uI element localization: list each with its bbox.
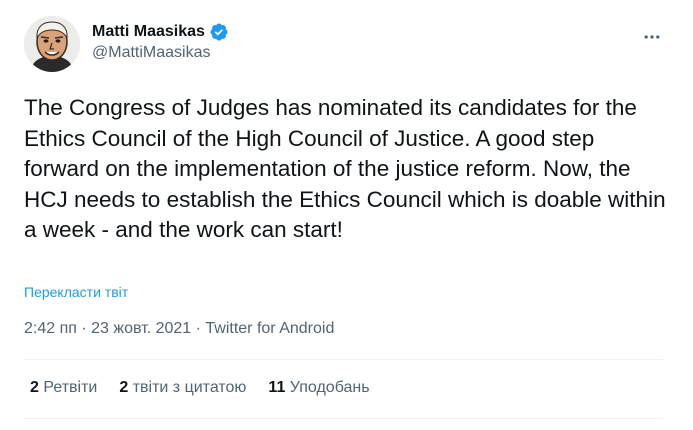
quote-tweets-stat[interactable]: 2 твіти з цитатою xyxy=(119,379,246,397)
quotes-count: 2 xyxy=(119,379,129,396)
divider xyxy=(24,418,663,419)
meta-separator: · xyxy=(191,320,206,337)
tweet-source[interactable]: Twitter for Android xyxy=(205,320,334,338)
translate-tweet-link[interactable]: Перекласти твіт xyxy=(24,284,128,300)
tweet-meta: 2:42 пп · 23 жовт. 2021 · Twitter for An… xyxy=(24,320,334,338)
tweet-time[interactable]: 2:42 пп xyxy=(24,320,77,338)
meta-separator: · xyxy=(76,320,92,337)
tweet-date[interactable]: 23 жовт. 2021 xyxy=(91,320,191,338)
tweet-card: Matti Maasikas @MattiMaasikas The Congre… xyxy=(0,0,693,430)
user-info: Matti Maasikas @MattiMaasikas xyxy=(92,21,542,62)
tweet-header: Matti Maasikas @MattiMaasikas xyxy=(24,16,669,76)
retweets-stat[interactable]: 2 Ретвіти xyxy=(30,379,97,397)
quotes-label: твіти з цитатою xyxy=(132,379,247,396)
retweets-label: Ретвіти xyxy=(43,379,98,396)
engagement-stats: 2 Ретвіти 2 твіти з цитатою 11 Уподобань xyxy=(30,379,392,397)
likes-count: 11 xyxy=(268,379,286,396)
avatar-image xyxy=(24,16,80,72)
likes-stat[interactable]: 11 Уподобань xyxy=(268,379,369,397)
tweet-text: The Congress of Judges has nominated its… xyxy=(24,95,666,242)
more-horizontal-icon xyxy=(644,35,660,39)
divider xyxy=(24,359,663,360)
name-row: Matti Maasikas xyxy=(92,21,542,43)
verified-badge-icon xyxy=(209,22,229,42)
avatar[interactable] xyxy=(24,16,80,72)
user-handle[interactable]: @MattiMaasikas xyxy=(92,44,542,62)
retweets-count: 2 xyxy=(30,379,39,396)
display-name[interactable]: Matti Maasikas xyxy=(92,23,205,41)
likes-label: Уподобань xyxy=(289,379,370,396)
more-options-button[interactable] xyxy=(635,22,669,52)
